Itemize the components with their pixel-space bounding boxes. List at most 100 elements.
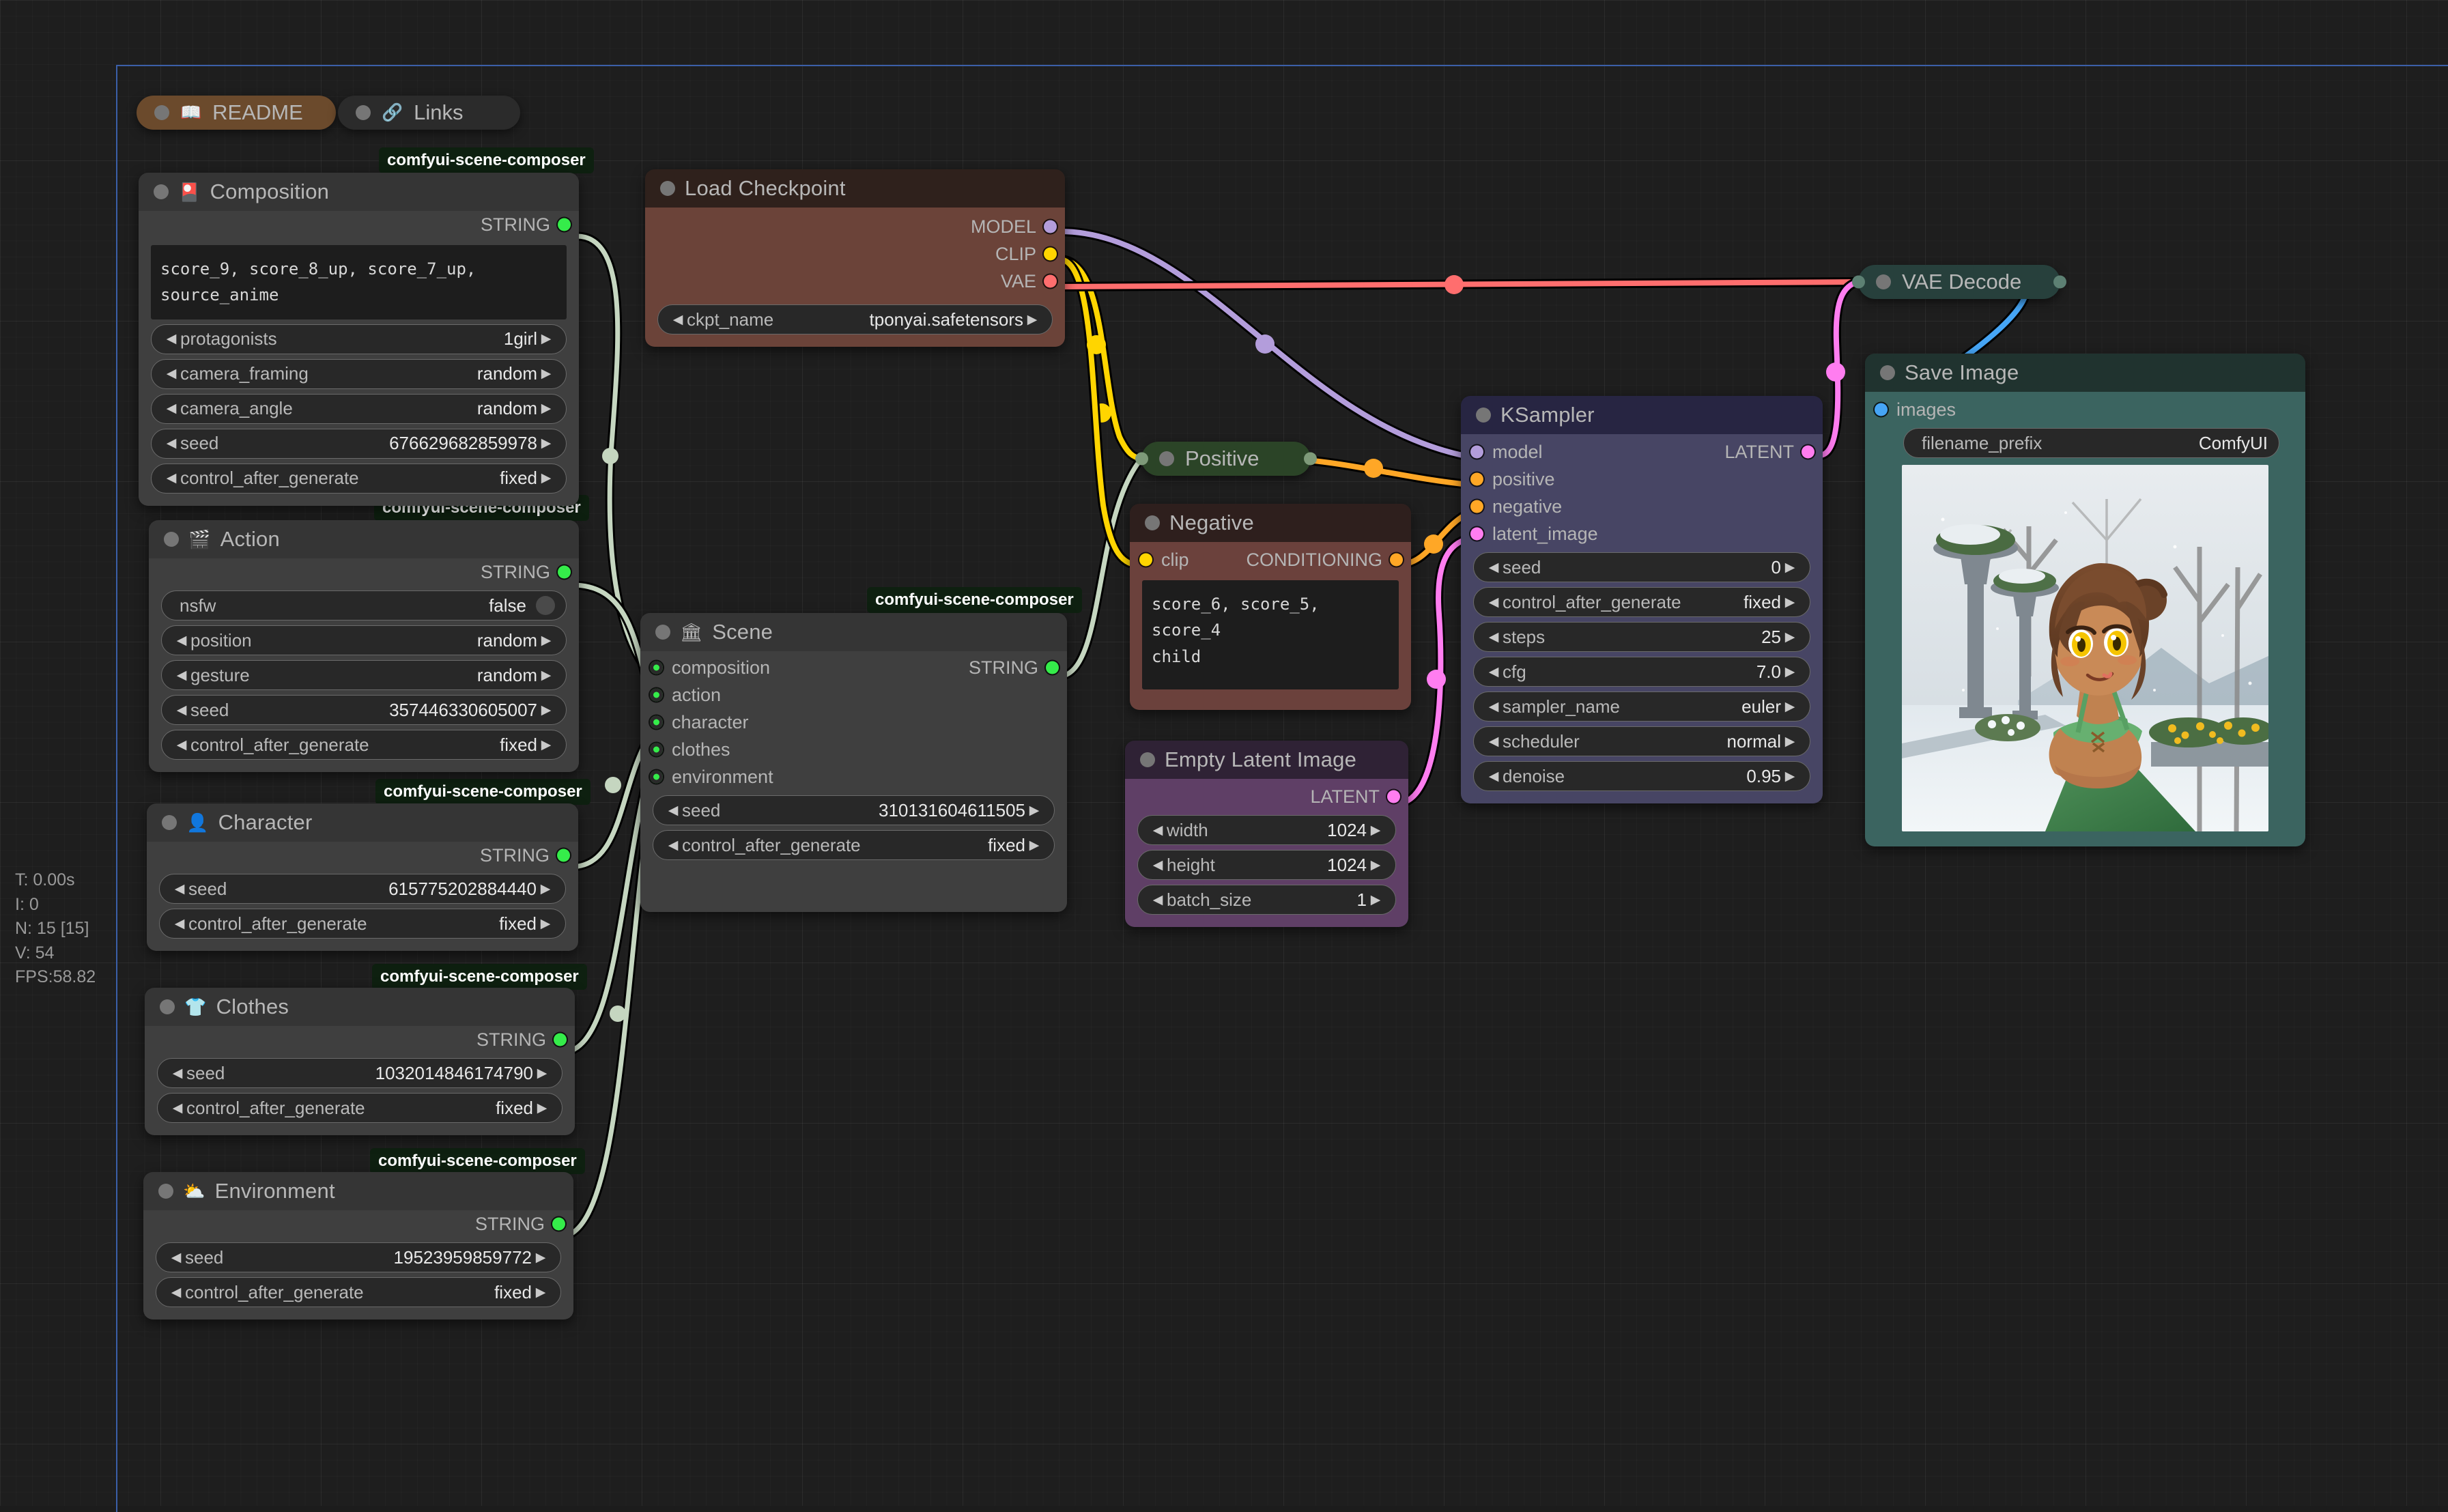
widget-seed[interactable]: ◀ seed 357446330605007 ▶ [161,695,567,725]
chevron-right-icon[interactable]: ▶ [537,331,555,347]
widget-sampler-name[interactable]: ◀ sampler_name euler ▶ [1473,691,1810,722]
node-collapse-dot[interactable] [1140,752,1155,767]
node-environment[interactable]: ⛅ Environment STRING ◀ seed 195239598597… [143,1172,573,1320]
composition-input-port[interactable] [650,661,663,674]
output-slot-string[interactable]: STRING [139,211,579,238]
chevron-left-icon[interactable]: ◀ [1485,629,1503,645]
widget-height[interactable]: ◀ height 1024 ▶ [1137,850,1396,880]
input-slot-character[interactable]: character [640,709,1067,736]
latent-output-port[interactable] [1802,445,1814,459]
chevron-right-icon[interactable]: ▶ [537,881,554,897]
chevron-right-icon[interactable]: ▶ [537,470,555,486]
images-input-port[interactable] [1875,403,1888,416]
widget-position[interactable]: ◀ position random ▶ [161,625,567,655]
chevron-left-icon[interactable]: ◀ [162,401,180,416]
widget-camera-framing[interactable]: ◀ camera_framing random ▶ [151,358,567,389]
node-empty-latent-image[interactable]: Empty Latent Image LATENT ◀ width 1024 ▶… [1125,741,1408,927]
chevron-left-icon[interactable]: ◀ [173,737,190,753]
clip-input-port[interactable] [1139,553,1152,567]
chevron-left-icon[interactable]: ◀ [173,668,190,683]
character-input-port[interactable] [650,715,663,729]
node-collapse-dot[interactable] [154,105,169,120]
string-output-port[interactable] [558,565,571,579]
node-title-bar[interactable]: 👕 Clothes [145,988,575,1026]
prompt-textarea[interactable]: score_6, score_5, score_4 child [1142,580,1399,689]
node-collapse-dot[interactable] [655,625,670,640]
chevron-right-icon[interactable]: ▶ [532,1250,550,1266]
node-title-bar[interactable]: Negative [1130,504,1411,542]
vae-output-port[interactable] [1044,274,1057,288]
node-title-bar[interactable]: KSampler [1461,396,1823,434]
widget-control-after-generate[interactable]: ◀ control_after_generate fixed ▶ [157,1093,563,1123]
widget-seed[interactable]: ◀ seed 310131604611505 ▶ [653,795,1055,825]
chevron-left-icon[interactable]: ◀ [169,1100,186,1116]
chevron-left-icon[interactable]: ◀ [173,633,190,648]
node-title-bar[interactable]: 🎬 Action [149,520,579,558]
widget-seed[interactable]: ◀ seed 676629682859978 ▶ [151,428,567,459]
latent-output-port[interactable] [1387,790,1400,803]
output-slot-string[interactable]: STRING [143,1210,573,1238]
node-action[interactable]: 🎬 Action STRING nsfw false ◀ position ra… [149,520,579,772]
output-slot-string[interactable]: STRING [145,1026,575,1053]
string-output-port[interactable] [554,1033,567,1046]
chevron-right-icon[interactable]: ▶ [1781,699,1799,715]
node-collapse-dot[interactable] [154,184,169,199]
node-title-bar[interactable]: Save Image [1865,354,2305,392]
string-output-port[interactable] [558,218,571,231]
node-title-bar[interactable]: 🏛 Scene [640,613,1067,651]
widget-width[interactable]: ◀ width 1024 ▶ [1137,815,1396,845]
widget-control-after-generate[interactable]: ◀ control_after_generate fixed ▶ [653,830,1055,860]
environment-input-port[interactable] [650,770,663,784]
chevron-right-icon[interactable]: ▶ [1367,892,1384,908]
input-slot-positive[interactable]: positive [1461,466,1823,493]
output-slot-latent[interactable]: LATENT [1125,783,1408,810]
widget-filename-prefix[interactable]: filename_prefix ComfyUI [1903,428,2279,458]
comfyui-graph-canvas[interactable]: T: 0.00s I: 0 N: 15 [15] V: 54 FPS:58.82… [0,0,2448,1512]
model-input-port[interactable] [1470,445,1483,459]
chevron-right-icon[interactable]: ▶ [1781,629,1799,645]
node-collapse-dot[interactable] [1876,274,1891,289]
widget-control-after-generate[interactable]: ◀ control_after_generate fixed ▶ [1473,587,1810,617]
chevron-left-icon[interactable]: ◀ [669,312,687,328]
chevron-left-icon[interactable]: ◀ [664,803,682,818]
chevron-right-icon[interactable]: ▶ [1025,803,1043,818]
widget-cfg[interactable]: ◀ cfg 7.0 ▶ [1473,657,1810,687]
chevron-right-icon[interactable]: ▶ [1781,769,1799,784]
widget-nsfw[interactable]: nsfw false [161,590,567,621]
widget-control-after-generate[interactable]: ◀ control_after_generate fixed ▶ [151,463,567,494]
node-negative[interactable]: Negative clip CONDITIONING score_6, scor… [1130,504,1411,710]
node-collapse-dot[interactable] [160,999,175,1014]
node-save-image[interactable]: Save Image images filename_prefix ComfyU… [1865,354,2305,846]
chevron-left-icon[interactable]: ◀ [1149,892,1167,908]
node-collapse-dot[interactable] [1880,365,1895,380]
chevron-right-icon[interactable]: ▶ [537,916,554,932]
chevron-left-icon[interactable]: ◀ [171,916,188,932]
input-slot-environment[interactable]: environment [640,763,1067,790]
clip-output-port[interactable] [1044,247,1057,261]
chevron-left-icon[interactable]: ◀ [1485,769,1503,784]
chevron-right-icon[interactable]: ▶ [1023,312,1041,328]
widget-batch-size[interactable]: ◀ batch_size 1 ▶ [1137,885,1396,915]
input-slot-images[interactable]: images [1865,396,2305,423]
node-vae-decode[interactable]: VAE Decode [1852,265,2066,299]
input-slot-clothes[interactable]: clothes [640,736,1067,763]
toggle-knob[interactable] [536,596,555,615]
widget-seed[interactable]: ◀ seed 0 ▶ [1473,552,1810,582]
chevron-right-icon[interactable]: ▶ [1781,560,1799,575]
chevron-right-icon[interactable]: ▶ [1367,857,1384,873]
string-output-port[interactable] [1046,661,1059,674]
node-collapse-dot[interactable] [164,532,179,547]
chevron-left-icon[interactable]: ◀ [169,1066,186,1081]
chevron-left-icon[interactable]: ◀ [1485,664,1503,680]
chevron-right-icon[interactable]: ▶ [1025,838,1043,853]
widget-gesture[interactable]: ◀ gesture random ▶ [161,660,567,690]
links-node[interactable]: 🔗 Links [338,96,520,130]
chevron-left-icon[interactable]: ◀ [1485,734,1503,750]
conditioning-output-port[interactable] [1390,553,1403,567]
node-character[interactable]: 👤 Character STRING ◀ seed 61577520288444… [147,803,578,951]
chevron-right-icon[interactable]: ▶ [1781,664,1799,680]
negative-input-port[interactable] [1470,500,1483,513]
chevron-right-icon[interactable]: ▶ [532,1285,550,1300]
image-output-port[interactable] [2053,275,2066,289]
input-slot-latent-image[interactable]: latent_image [1461,520,1823,547]
